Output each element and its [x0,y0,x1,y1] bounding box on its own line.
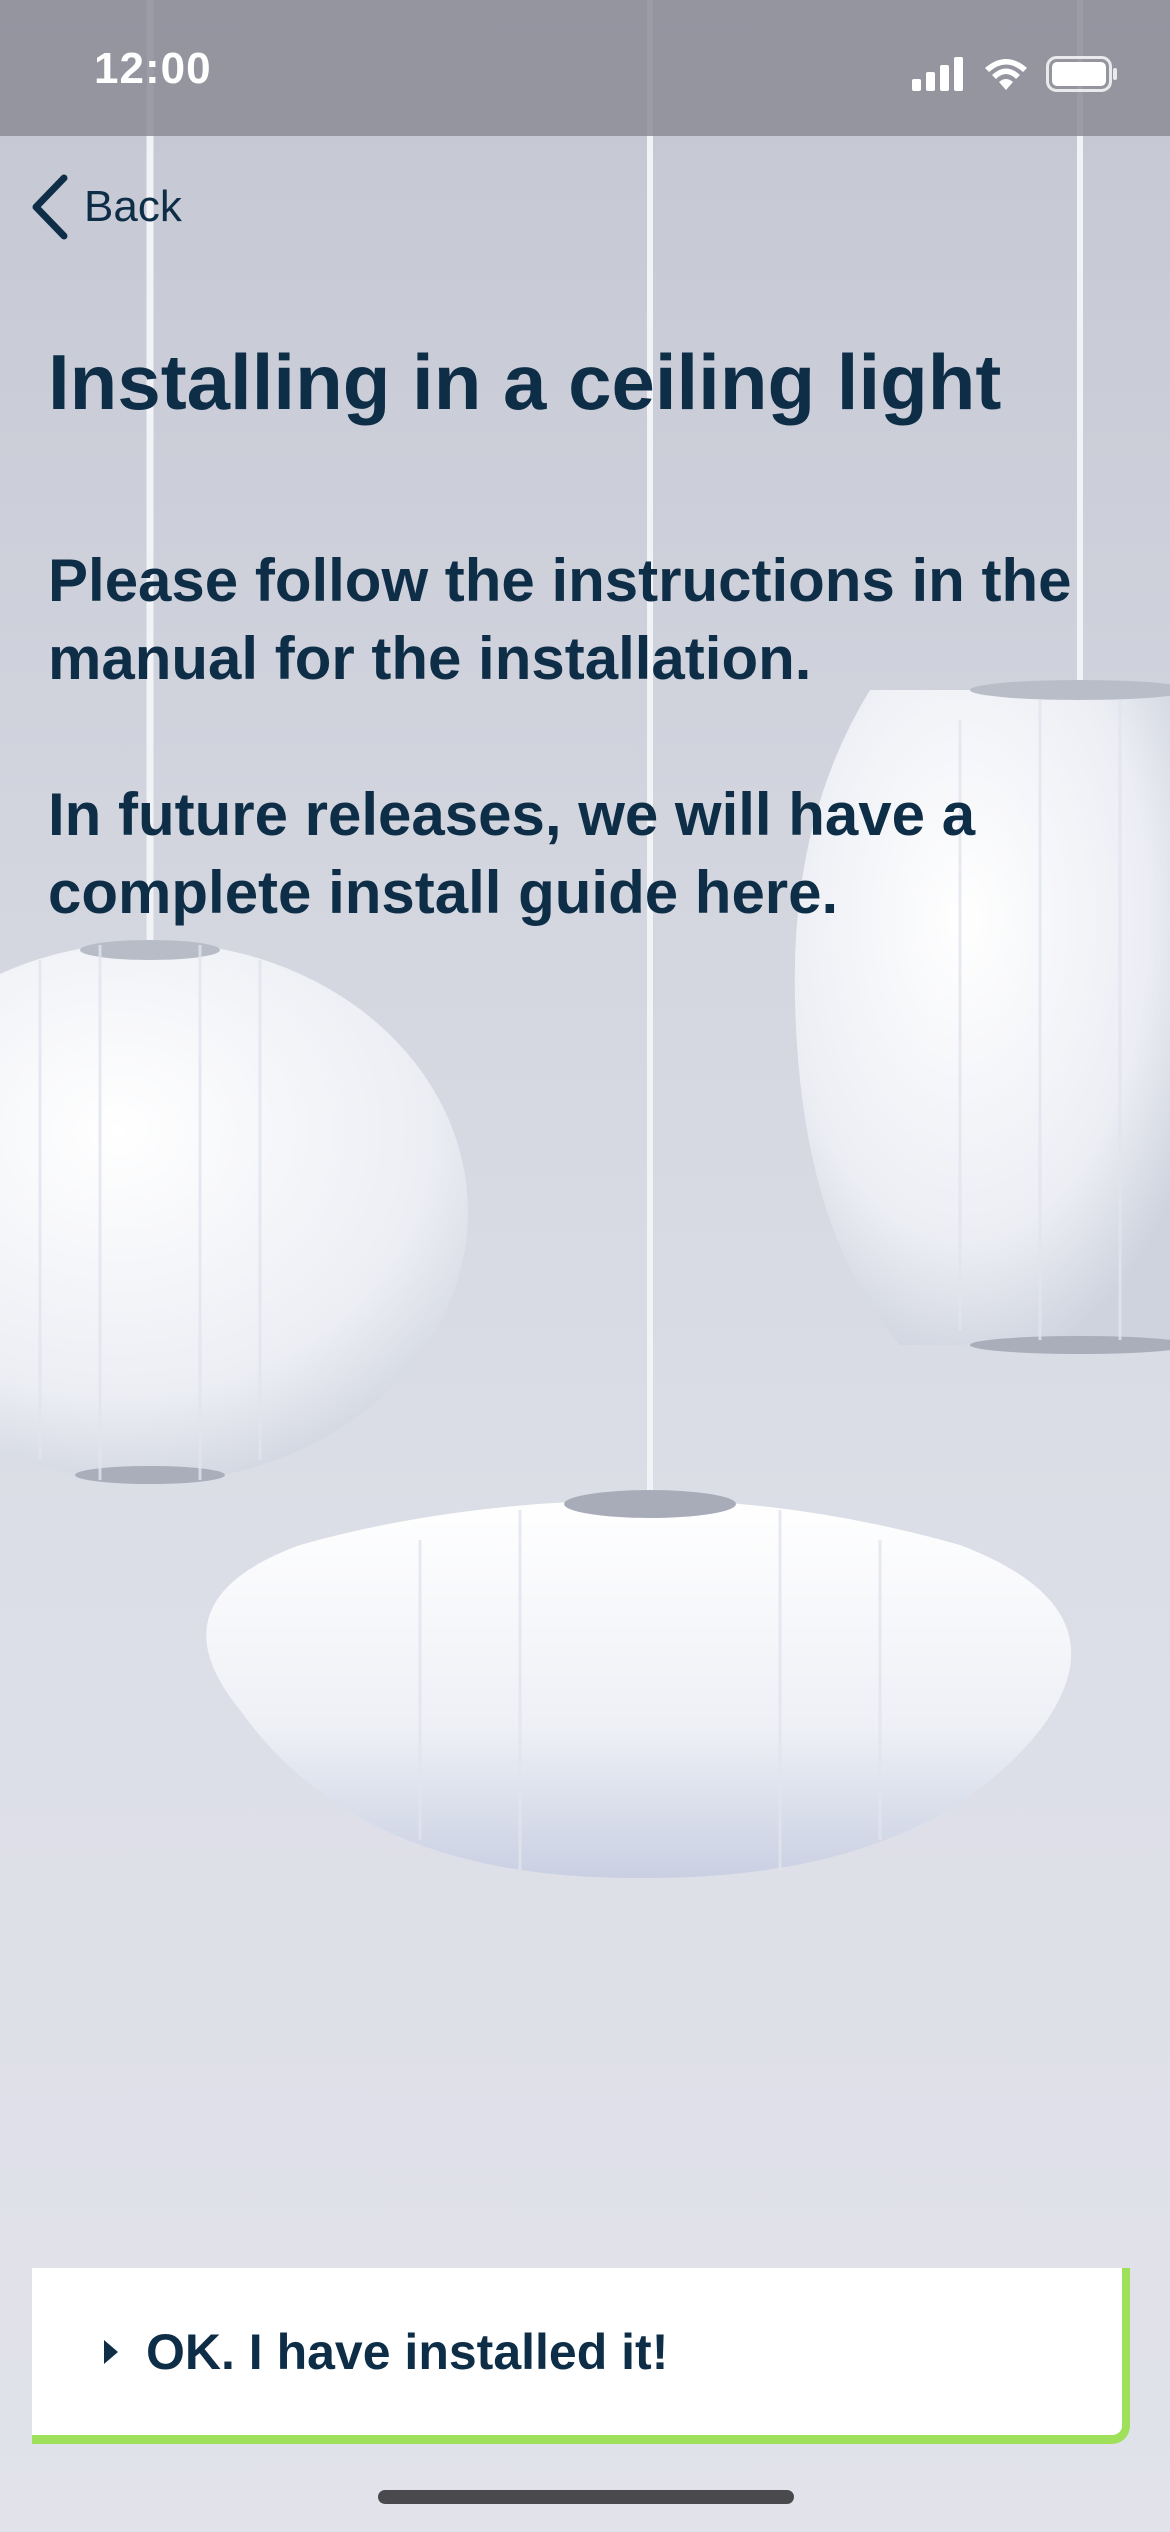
status-time: 12:00 [94,44,212,93]
installed-confirm-button[interactable]: OK. I have installed it! [32,2268,1130,2444]
future-release-text: In future releases, we will have a compl… [48,781,976,926]
back-button[interactable]: Back [30,172,182,242]
status-icons [912,52,1118,96]
confirm-label: OK. I have installed it! [146,2323,669,2380]
page-title: Installing in a ceiling light [48,338,1002,426]
wifi-icon [985,59,1027,90]
chevron-left-icon [32,174,68,240]
back-label: Back [84,182,182,231]
battery-icon [1046,56,1117,92]
status-bar: 12:00 [0,0,1170,136]
instruction-text: Please follow the instructions in the ma… [48,547,1072,692]
home-indicator[interactable] [378,2490,794,2504]
caret-right-icon [104,2339,118,2364]
cellular-signal-icon [912,57,963,91]
